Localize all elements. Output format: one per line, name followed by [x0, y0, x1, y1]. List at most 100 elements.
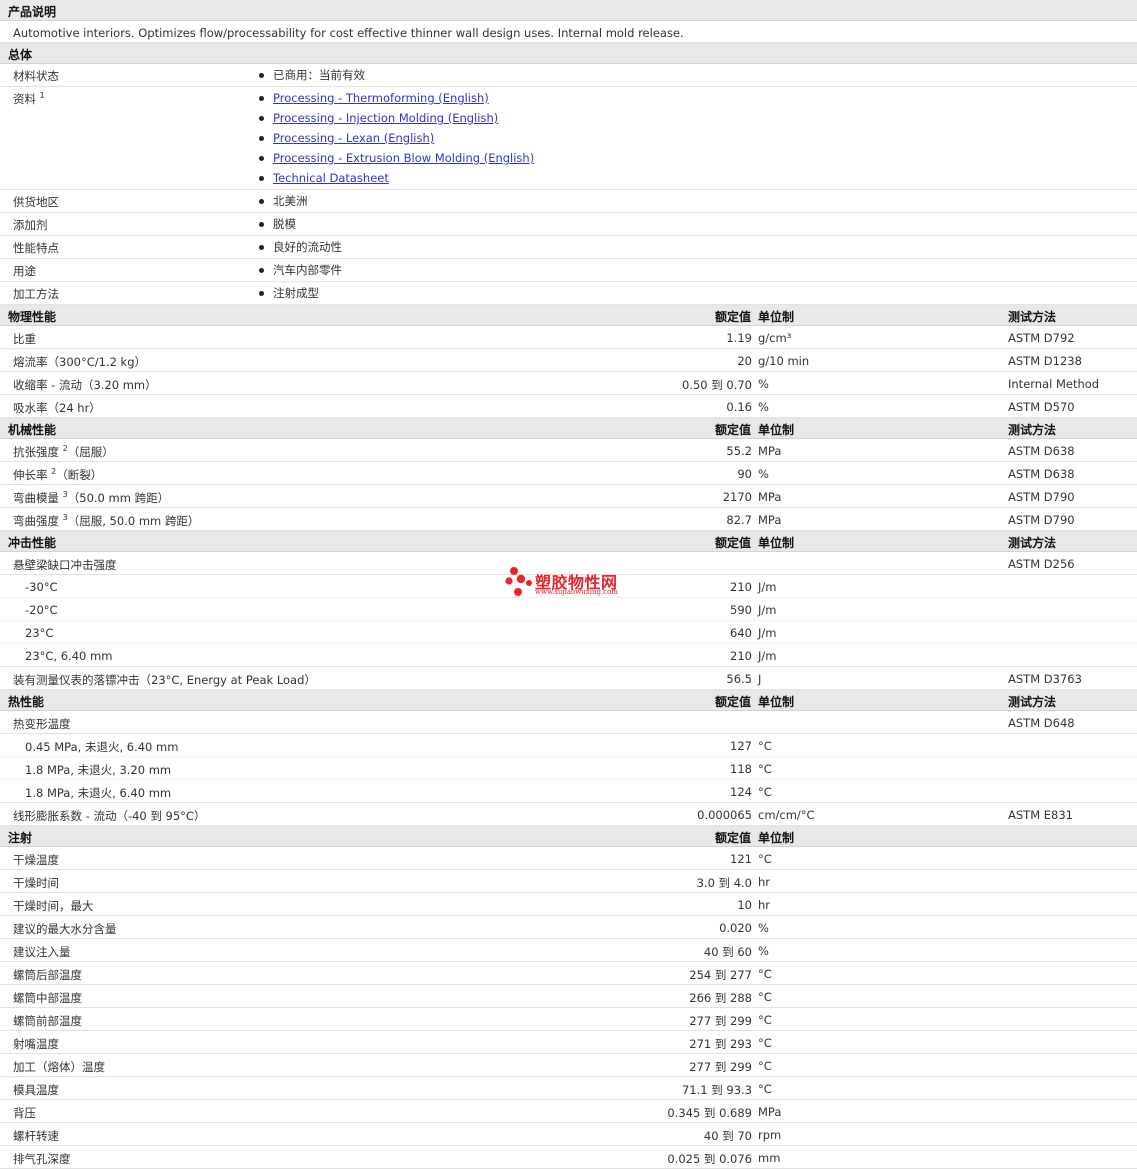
general-label-text: 材料状态	[13, 69, 59, 83]
general-list: 脱模	[258, 216, 296, 236]
column-header-unit: 单位制	[758, 695, 795, 709]
list-item: 汽车内部零件	[258, 262, 342, 282]
section-header-thermal: 热性能 额定值 单位制 测试方法	[0, 690, 1137, 711]
property-value: 0.020	[719, 921, 752, 935]
section-title: 物理性能	[8, 310, 57, 324]
property-unit: g/10 min	[758, 354, 810, 368]
document-link[interactable]: Processing - Thermoforming (English)	[273, 91, 489, 105]
general-row: 性能特点 良好的流动性	[0, 236, 1137, 259]
property-unit: °C	[758, 1013, 772, 1027]
property-name-text: 弯曲模量	[13, 491, 59, 505]
list-item: Processing - Thermoforming (English)	[258, 90, 534, 110]
general-label: 加工方法	[13, 286, 59, 302]
property-unit: °C	[758, 990, 772, 1004]
list-item: 已商用：当前有效	[258, 67, 365, 87]
property-unit: J/m	[758, 603, 777, 617]
list-item: Processing - Lexan (English)	[258, 130, 534, 150]
property-value: 271 到 293	[689, 1037, 752, 1051]
column-header-method: 测试方法	[1008, 695, 1057, 709]
general-label-text: 供货地区	[13, 195, 59, 209]
property-name-text: 背压	[13, 1106, 36, 1120]
property-test-method: ASTM D648	[1008, 716, 1075, 730]
property-test-method: ASTM D638	[1008, 444, 1075, 458]
property-name-text: 装有测量仪表的落镖冲击（23°C, Energy at Peak Load）	[13, 673, 316, 687]
property-name: -20°C	[25, 603, 58, 617]
property-condition: （50.0 mm 跨距）	[67, 491, 170, 505]
property-test-method: ASTM E831	[1008, 808, 1073, 822]
property-name: -30°C	[25, 580, 58, 594]
property-value: 0.345 到 0.689	[667, 1106, 752, 1120]
section-title: 热性能	[8, 695, 45, 709]
property-name: 加工（熔体）温度	[13, 1059, 105, 1075]
property-name-text: 伸长率	[13, 468, 48, 482]
property-name: 线形膨胀系数 - 流动（-40 到 95°C）	[13, 808, 205, 824]
property-value: 121	[730, 852, 752, 866]
property-name: 螺杆转速	[13, 1128, 59, 1144]
property-name: 建议的最大水分含量	[13, 921, 117, 937]
column-header-value: 额定值	[714, 310, 751, 324]
property-name-text: 建议注入量	[13, 945, 71, 959]
property-value: 90	[737, 467, 752, 481]
property-row: 收缩率 - 流动（3.20 mm） 0.50 到 0.70% Internal Me…	[0, 372, 1137, 395]
property-row: 弯曲模量 3（50.0 mm 跨距） 2170 MPa ASTM D790	[0, 485, 1137, 508]
property-name-text: 1.8 MPa, 未退火, 3.20 mm	[25, 763, 172, 777]
property-unit: %	[758, 377, 769, 391]
list-item: 良好的流动性	[258, 239, 342, 259]
property-value: 2170	[722, 490, 752, 504]
property-unit: MPa	[758, 513, 782, 527]
list-item: 脱模	[258, 216, 296, 236]
document-link[interactable]: Technical Datasheet	[273, 171, 389, 185]
property-name: 干燥时间，最大	[13, 898, 94, 914]
property-name: 干燥时间	[13, 875, 59, 891]
logo-dots-icon	[505, 567, 532, 596]
property-name-text: 建议的最大水分含量	[13, 922, 117, 936]
document-link[interactable]: Processing - Extrusion Blow Molding (Eng…	[273, 151, 534, 165]
property-row: 1.8 MPa, 未退火, 3.20 mm 118 °C	[0, 757, 1137, 780]
property-row: 23°C 640 J/m	[0, 621, 1137, 644]
document-link[interactable]: Processing - Injection Molding (English)	[273, 111, 498, 125]
property-name-text: 线形膨胀系数 - 流动（-40 到 95°C）	[13, 809, 206, 823]
property-value: 254 到 277	[689, 968, 752, 982]
general-label: 供货地区	[13, 194, 59, 210]
property-value: 0.50 到 0.70	[681, 378, 752, 392]
property-row: 弯曲强度 3（屈服, 50.0 mm 跨距） 82.7 MPa ASTM D790	[0, 508, 1137, 531]
property-row: 干燥时间 3.0 到 4.0 hr	[0, 870, 1137, 893]
watermark-logo: 塑胶物性网 www.sujiaowuxing.com	[505, 566, 645, 602]
property-name-text: 比重	[13, 332, 36, 346]
property-name: 23°C, 6.40 mm	[25, 649, 112, 663]
property-test-method: ASTM D790	[1008, 490, 1075, 504]
property-unit: %	[758, 467, 769, 481]
property-name: 0.45 MPa, 未退火, 6.40 mm	[25, 739, 178, 755]
property-name-text: 热变形温度	[13, 717, 71, 731]
property-name: 干燥温度	[13, 852, 59, 868]
section-title: 冲击性能	[8, 536, 57, 550]
property-unit: MPa	[758, 1105, 782, 1119]
list-item-text: 脱模	[273, 217, 296, 231]
general-label-text: 资料	[13, 92, 36, 106]
property-name-text: -20°C	[25, 603, 58, 617]
property-row: 螺杆转速 40 到 70 rpm	[0, 1123, 1137, 1146]
column-header-value: 额定值	[714, 695, 751, 709]
property-unit: J	[758, 672, 762, 686]
list-item-text: 北美洲	[273, 194, 308, 208]
section-title: 机械性能	[8, 423, 57, 437]
property-value: 56.5	[726, 672, 752, 686]
property-row: 建议注入量 40 到 60%	[0, 939, 1137, 962]
property-name-text: 吸水率（24 hr）	[13, 401, 101, 415]
property-unit: mm	[758, 1151, 781, 1165]
property-name: 弯曲强度 3（屈服, 50.0 mm 跨距）	[13, 513, 199, 529]
general-label: 材料状态	[13, 68, 59, 84]
property-value: 40 到 60	[703, 945, 752, 959]
property-unit: °C	[758, 1036, 772, 1050]
property-value: 82.7	[726, 513, 752, 527]
property-name: 熔流率（300°C/1.2 kg）	[13, 354, 146, 370]
column-header-method: 测试方法	[1008, 536, 1057, 550]
property-name: 比重	[13, 331, 36, 347]
property-test-method: ASTM D256	[1008, 557, 1075, 571]
property-name-text: 干燥时间，最大	[13, 899, 94, 913]
property-value: 3.0 到 4.0	[696, 876, 752, 890]
column-header-unit: 单位制	[758, 536, 795, 550]
general-row: 添加剂 脱模	[0, 213, 1137, 236]
property-row: 干燥温度 121 °C	[0, 847, 1137, 870]
document-link[interactable]: Processing - Lexan (English)	[273, 131, 434, 145]
